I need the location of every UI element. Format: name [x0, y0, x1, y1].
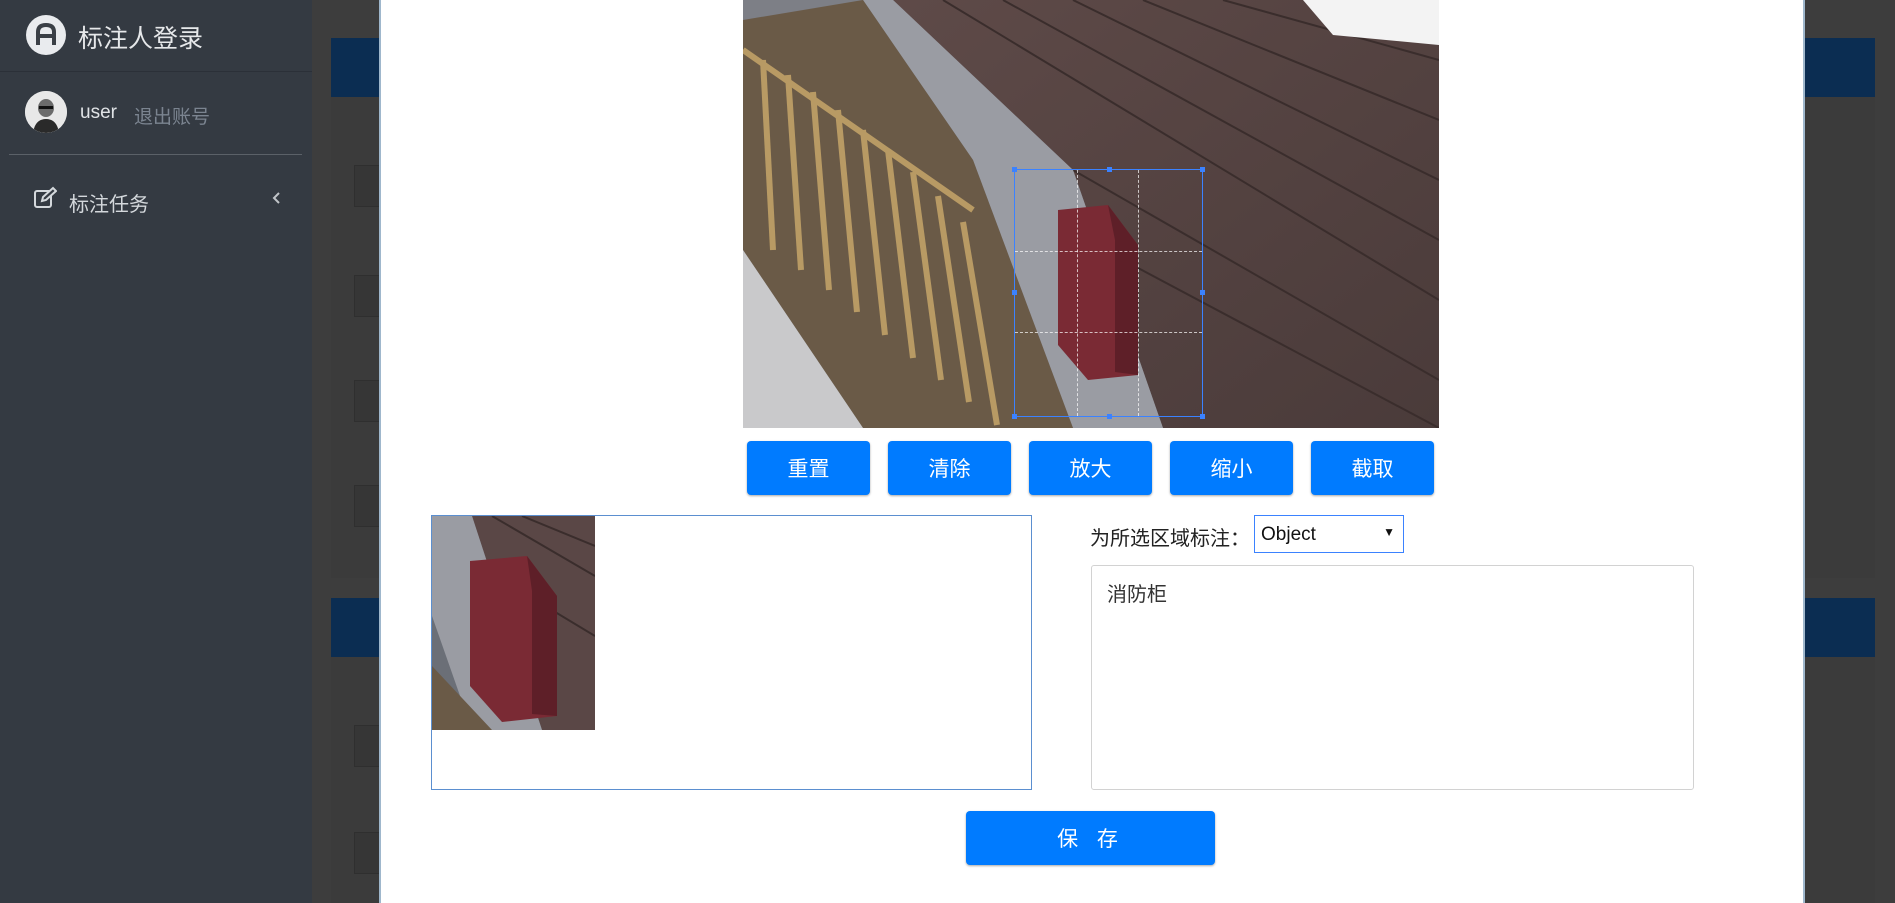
crop-button[interactable]: 截取 [1311, 441, 1434, 495]
crop-handle[interactable] [1200, 167, 1205, 172]
crop-guide-line [1015, 251, 1202, 253]
crop-guide-line [1138, 170, 1140, 416]
edit-icon [33, 186, 58, 210]
user-name: user [80, 102, 117, 123]
category-select[interactable]: Object ▼ [1254, 515, 1404, 553]
sidebar-item-label: 标注任务 [69, 194, 149, 216]
crop-handle[interactable] [1200, 290, 1205, 295]
crop-selection-box[interactable] [1012, 167, 1205, 419]
annotate-region-label: 为所选区域标注： [1090, 526, 1250, 550]
clear-button[interactable]: 清除 [888, 441, 1011, 495]
crop-preview [431, 515, 1032, 790]
brand-header: 标注人登录 [0, 0, 312, 72]
app-logo-icon [26, 15, 66, 55]
crop-handle[interactable] [1107, 414, 1112, 419]
reset-button[interactable]: 重置 [747, 441, 870, 495]
crop-handle[interactable] [1012, 167, 1017, 172]
avatar [25, 91, 67, 133]
sidebar: 标注人登录 user 退出账号 标注任务 [0, 0, 312, 903]
chevron-left-icon [270, 191, 284, 205]
crop-handle[interactable] [1012, 290, 1017, 295]
zoom-in-button[interactable]: 放大 [1029, 441, 1152, 495]
sidebar-divider [9, 154, 302, 155]
save-button[interactable]: 保 存 [966, 811, 1215, 865]
crop-guide-line [1076, 170, 1078, 416]
cropped-image [432, 516, 596, 730]
crop-guide-line [1015, 332, 1202, 334]
crop-handle[interactable] [1200, 414, 1205, 419]
app-title: 标注人登录 [78, 25, 204, 53]
crop-handle[interactable] [1107, 167, 1112, 172]
dropdown-arrow-icon: ▼ [1383, 525, 1395, 539]
category-select-value: Object [1261, 524, 1316, 545]
logout-link[interactable]: 退出账号 [134, 102, 210, 129]
user-panel: user 退出账号 [0, 72, 312, 154]
crop-handle[interactable] [1012, 414, 1017, 419]
sidebar-item-annotation-task[interactable]: 标注任务 [0, 180, 312, 222]
description-textarea[interactable]: 消防柜 [1091, 565, 1694, 790]
zoom-out-button[interactable]: 缩小 [1170, 441, 1293, 495]
